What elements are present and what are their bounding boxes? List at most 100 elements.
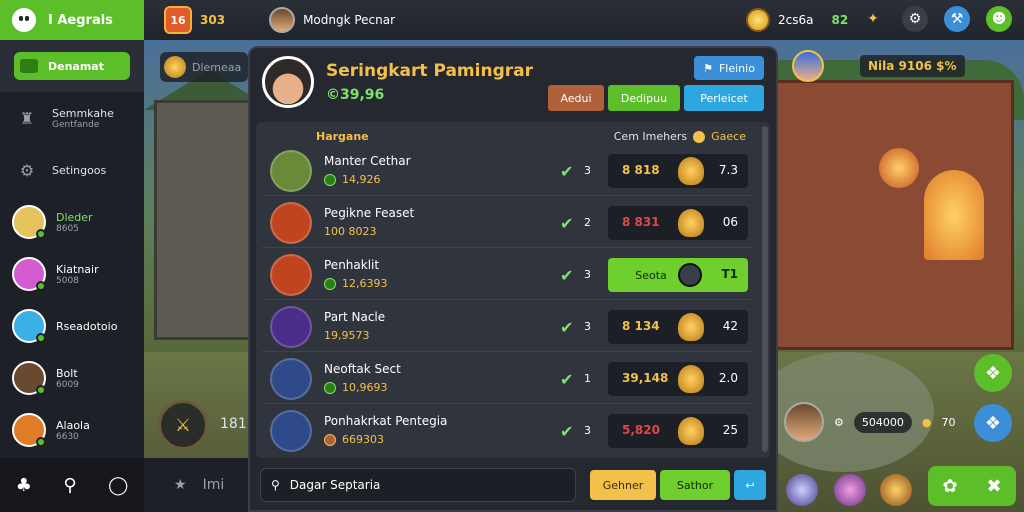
col-left: Cem Imehers [613, 130, 688, 143]
friend-item-3[interactable]: Bolt 6009 [0, 352, 144, 404]
crossed-swords-button[interactable]: ⚔ [158, 400, 208, 450]
settings-gear-icon[interactable]: ⚙ [902, 6, 928, 32]
modal-tabs: Aedui Dedipuu Perleicet [548, 85, 764, 111]
hero-icon[interactable] [880, 474, 912, 506]
character-icon[interactable] [834, 474, 866, 506]
modal-subtitle: ©39,96 [326, 87, 385, 103]
row-value-box-highlight[interactable]: Seota T1 [608, 258, 748, 292]
dashboard-icon [20, 59, 38, 73]
tab-0[interactable]: Aedui [548, 85, 604, 111]
friend-sub: 6009 [56, 379, 79, 390]
table-row[interactable]: Penhaklit 12,6393 ✔ 3 Seota T1 [262, 252, 752, 300]
coin-small-icon: ● [921, 415, 932, 429]
table-row[interactable]: Ponhakrkat Pentegia 669303 ✔ 3 5,820 25 [262, 408, 752, 456]
table-row[interactable]: Manter Cethar 14,926 ✔ 3 8 818 7.3 [262, 148, 752, 196]
hammer-icon[interactable]: ⚒ [944, 6, 970, 32]
bell-icon[interactable]: ✦ [860, 6, 886, 32]
sidebar-item-0[interactable]: ♜ Semmkahe Gentfande [0, 92, 144, 144]
row-checks: 3 [584, 424, 591, 437]
brand[interactable]: I Aegrals [0, 0, 144, 40]
row-value: 39,148 [622, 371, 669, 385]
row-score: 14,926 [324, 173, 381, 186]
left-info-box[interactable]: Dlemeaa [160, 52, 248, 82]
coin-bag-icon [678, 417, 704, 445]
row-value-box[interactable]: 5,820 25 [608, 414, 748, 448]
toggle-knob[interactable] [678, 263, 702, 287]
row-checks: 3 [584, 164, 591, 177]
row-value-box[interactable]: 8 831 06 [608, 206, 748, 240]
friend-name: Dleder [56, 210, 93, 224]
online-dot [36, 437, 46, 447]
table-row[interactable]: Pegikne Feaset 100 8023 ✔ 2 8 831 06 [262, 200, 752, 248]
row-name: Neoftak Sect [324, 362, 401, 376]
controller-blue-button[interactable]: ❖ [974, 404, 1012, 442]
search-placeholder: Dagar Septaria [289, 478, 381, 492]
top-right-button[interactable]: ⚑ Fleinio [694, 56, 764, 80]
right-player-label: Nila 9106 $% [860, 55, 965, 77]
row-value: 8 818 [622, 163, 660, 177]
star-icon[interactable]: ★ [174, 477, 187, 493]
badge-icon [324, 173, 336, 186]
leaderboard-modal: Seringkart Pamingrar ©39,96 ⚑ Fleinio Ae… [248, 46, 778, 512]
table-row[interactable]: Part Nacle 19,9573 ✔ 3 8 134 42 [262, 304, 752, 352]
sidebar-item-1[interactable]: ⚙ Setingoos [0, 144, 144, 196]
avatar [270, 410, 312, 452]
right-bottom-coins: 70 [941, 415, 956, 429]
row-num: T1 [721, 267, 738, 281]
orb-icon[interactable] [786, 474, 818, 506]
friend-item-2[interactable]: Rseadotoio [0, 300, 144, 352]
sathor-button[interactable]: Sathor [660, 470, 730, 500]
top-user[interactable]: Modngk Pecnar [269, 7, 395, 33]
tab-1[interactable]: Dedipuu [608, 85, 680, 111]
top-button-label: Fleinio [718, 61, 755, 75]
tab-2[interactable]: Perleicet [684, 85, 764, 111]
badge-icon [324, 277, 336, 290]
chat-icon[interactable]: ◯ [108, 475, 128, 496]
scrollbar[interactable] [762, 126, 768, 452]
sidebar-item-active[interactable]: Denamat [0, 40, 144, 92]
sidebar-item-sub: Gentfande [52, 119, 100, 130]
left-number: 181 [220, 416, 247, 432]
sidebar: Denamat ♜ Semmkahe Gentfande ⚙ Setingoos… [0, 40, 144, 512]
coin-bag-icon [678, 313, 704, 341]
controller-button[interactable]: ❖ [974, 354, 1012, 392]
leaf-icon[interactable]: ✿ [942, 476, 957, 497]
close-icon[interactable]: ✖ [986, 476, 1001, 497]
search-field[interactable]: ⚲ Dagar Septaria [260, 468, 576, 502]
flag-icon: ⚑ [703, 61, 713, 75]
bottom-right-actions: ✿ ✖ [928, 466, 1016, 506]
gehner-button[interactable]: Gehner [590, 470, 656, 500]
friend-item-4[interactable]: Alaola 6630 [0, 404, 144, 456]
gem-count: 82 [831, 13, 849, 27]
badge-icon [324, 381, 336, 394]
row-value: 8 134 [622, 319, 660, 333]
sidebar-active-label: Denamat [48, 59, 104, 73]
friend-name: Rseadotoio [56, 319, 118, 333]
avatar [12, 205, 46, 239]
avatar [270, 358, 312, 400]
right-player-info[interactable]: Nila 9106 $% [792, 50, 965, 82]
table-row[interactable]: Neoftak Sect 10,9693 ✔ 1 39,148 2.0 [262, 356, 752, 404]
avatar[interactable] [784, 402, 824, 442]
search-icon[interactable]: ⚲ [63, 475, 76, 496]
badge-icon [324, 433, 336, 446]
coin-bag-icon [678, 157, 704, 185]
friend-item-0[interactable]: Dleder 8605 [0, 196, 144, 248]
avatar [792, 50, 824, 82]
avatar [270, 202, 312, 244]
check-icon: ✔ [560, 162, 574, 181]
row-value-box[interactable]: 39,148 2.0 [608, 362, 748, 396]
back-arrow-button[interactable]: ↩ [734, 470, 766, 500]
row-value-box[interactable]: 8 818 7.3 [608, 154, 748, 188]
friend-item-1[interactable]: Kiatnair 5008 [0, 248, 144, 300]
avatar [12, 257, 46, 291]
row-score-value: 12,6393 [342, 277, 388, 290]
top-icons: ✦ ⚙ ⚒ ☻ [860, 6, 1012, 32]
currency-display: 2cs6a 82 [746, 6, 848, 34]
friend-sub: 5008 [56, 275, 79, 286]
check-icon: ✔ [560, 318, 574, 337]
profile-avatar-icon[interactable]: ☻ [986, 6, 1012, 32]
row-value-box[interactable]: 8 134 42 [608, 310, 748, 344]
puzzle-icon[interactable]: ♣ [16, 475, 32, 496]
row-num: 06 [722, 215, 738, 229]
